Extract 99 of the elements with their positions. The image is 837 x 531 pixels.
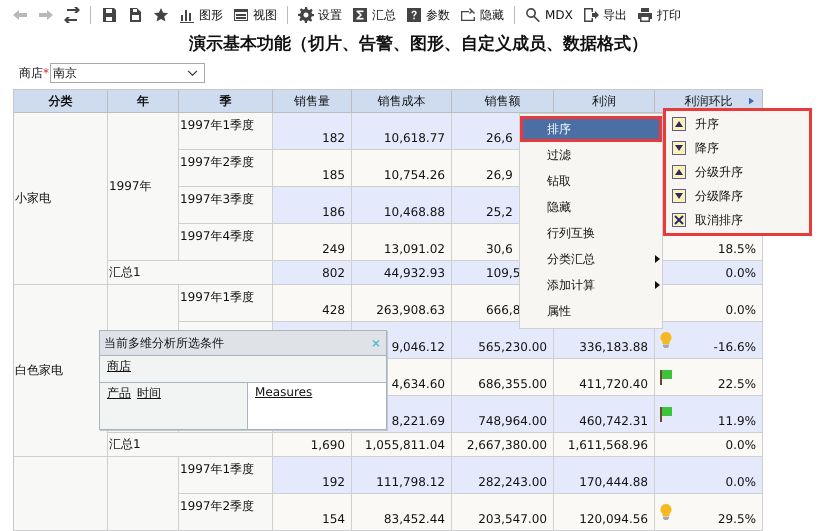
chart-icon bbox=[179, 7, 195, 23]
value-cell: 263,908.63 bbox=[352, 285, 452, 322]
gear-icon bbox=[298, 7, 314, 23]
year-cell: 1997年 bbox=[108, 113, 179, 261]
help-button[interactable]: 参数 bbox=[402, 4, 454, 26]
column-header[interactable]: 利润 bbox=[554, 90, 655, 113]
menu-item[interactable]: 分级降序 bbox=[666, 184, 809, 208]
dimension-link[interactable]: 时间 bbox=[137, 385, 161, 402]
print-button[interactable]: 打印 bbox=[632, 4, 685, 26]
value-cell: 186 bbox=[273, 187, 352, 224]
value-cell: 192 bbox=[273, 457, 352, 494]
menu-item[interactable]: 升序 bbox=[666, 112, 809, 136]
quarter-cell: 1997年3季度 bbox=[179, 187, 273, 224]
quarter-cell: 1997年1季度 bbox=[179, 113, 273, 150]
quarter-cell: 1997年4季度 bbox=[179, 224, 273, 261]
submenu-arrow-icon bbox=[655, 255, 660, 263]
sigma-button[interactable]: 汇总 bbox=[348, 4, 400, 26]
change-cell: 0.0% bbox=[655, 457, 763, 494]
store-select[interactable]: 南京 bbox=[50, 63, 205, 83]
value-cell: 170,444.88 bbox=[554, 457, 655, 494]
value-cell: 1,690 bbox=[273, 433, 352, 457]
value-cell: 1,055,811.04 bbox=[352, 433, 452, 457]
dropdown-arrow-icon[interactable] bbox=[749, 97, 754, 105]
dimension-link[interactable]: 产品 bbox=[107, 385, 131, 402]
dimension-link[interactable]: 商店 bbox=[107, 359, 131, 373]
value-cell: 802 bbox=[273, 261, 352, 285]
dimension-link[interactable]: Measures bbox=[255, 385, 312, 399]
star-icon bbox=[153, 7, 169, 23]
value-cell: 203,547.00 bbox=[452, 494, 554, 531]
value-cell: 44,932.93 bbox=[352, 261, 452, 285]
value-cell: 411,720.40 bbox=[554, 359, 655, 396]
quarter-cell: 1997年2季度 bbox=[179, 494, 273, 531]
search-button[interactable]: MDX bbox=[521, 5, 577, 25]
column-header[interactable]: 年 bbox=[108, 90, 179, 113]
value-cell: 154 bbox=[273, 494, 352, 531]
value-cell: 460,742.31 bbox=[554, 396, 655, 433]
change-value: 29.5% bbox=[718, 512, 756, 526]
column-header[interactable]: 季 bbox=[179, 90, 273, 113]
value-cell: 565,230.00 bbox=[452, 322, 554, 359]
quarter-cell: 1997年1季度 bbox=[179, 457, 273, 494]
required-mark: * bbox=[43, 66, 49, 80]
menu-item[interactable]: 排序 bbox=[520, 116, 662, 142]
print-icon bbox=[636, 7, 653, 23]
value-cell: 249 bbox=[273, 224, 352, 261]
value-cell: 10,754.26 bbox=[352, 150, 452, 187]
value-cell: 111,798.12 bbox=[352, 457, 452, 494]
value-cell: 2,667,380.00 bbox=[452, 433, 554, 457]
report-title: 演示基本功能（切片、告警、图形、自定义成员、数据格式） bbox=[188, 33, 649, 56]
export-button[interactable]: 导出 bbox=[578, 4, 631, 26]
chart-button[interactable]: 图形 bbox=[175, 4, 227, 26]
value-cell: 13,091.02 bbox=[352, 224, 452, 261]
menu-item[interactable]: 降序 bbox=[666, 136, 809, 160]
menu-item[interactable]: 分级升序 bbox=[666, 160, 809, 184]
change-value: 22.5% bbox=[718, 377, 756, 391]
change-value: -16.6% bbox=[714, 340, 756, 354]
save-as-icon bbox=[127, 7, 143, 23]
store-label: 商店 bbox=[19, 64, 43, 82]
search-icon bbox=[525, 7, 541, 23]
sort-down-icon bbox=[672, 189, 686, 203]
submenu-arrow-icon bbox=[655, 281, 660, 289]
sort-up-icon bbox=[672, 117, 686, 131]
value-cell: 428 bbox=[273, 285, 352, 322]
help-icon bbox=[406, 7, 422, 23]
value-cell: 686,355.00 bbox=[452, 359, 554, 396]
cancel-sort-icon bbox=[672, 213, 686, 227]
quarter-cell: 1997年1季度 bbox=[179, 285, 273, 322]
view-icon bbox=[233, 7, 249, 23]
back-icon bbox=[12, 7, 28, 23]
refresh-icon bbox=[64, 7, 80, 23]
value-cell: 748,964.00 bbox=[452, 396, 554, 433]
change-value: 11.9% bbox=[718, 414, 756, 428]
value-cell: 1,611,568.96 bbox=[554, 433, 655, 457]
gear-button[interactable]: 设置 bbox=[294, 4, 346, 26]
value-cell: 182 bbox=[273, 113, 352, 150]
column-header[interactable]: 销售额 bbox=[452, 90, 554, 113]
subtotal-cell: 汇总1 bbox=[108, 433, 273, 457]
export-icon bbox=[582, 7, 599, 23]
column-header[interactable]: 销售成本 bbox=[352, 90, 452, 113]
column-header[interactable]: 销售量 bbox=[273, 90, 352, 113]
sigma-icon bbox=[352, 7, 368, 23]
view-button[interactable]: 视图 bbox=[229, 4, 281, 26]
category-cell: 小家电 bbox=[14, 113, 108, 285]
sort-up-icon bbox=[672, 165, 686, 179]
value-cell: 10,468.88 bbox=[352, 187, 452, 224]
change-cell: 0.0% bbox=[655, 433, 763, 457]
value-cell: 83,452.44 bbox=[352, 494, 452, 531]
caret-icon bbox=[187, 70, 198, 76]
sort-down-icon bbox=[672, 141, 686, 155]
value-cell: 282,243.00 bbox=[452, 457, 554, 494]
subtotal-cell: 汇总1 bbox=[108, 261, 273, 285]
value-cell: 10,618.77 bbox=[352, 113, 452, 150]
value-cell: 120,094.56 bbox=[554, 494, 655, 531]
column-header[interactable]: 分类 bbox=[14, 90, 108, 113]
hide-button[interactable]: 隐藏 bbox=[456, 4, 508, 26]
save-icon bbox=[101, 7, 117, 23]
value-cell: 185 bbox=[273, 150, 352, 187]
hide-icon bbox=[460, 7, 476, 23]
forward-icon bbox=[38, 7, 54, 23]
quarter-cell: 1997年2季度 bbox=[179, 150, 273, 187]
